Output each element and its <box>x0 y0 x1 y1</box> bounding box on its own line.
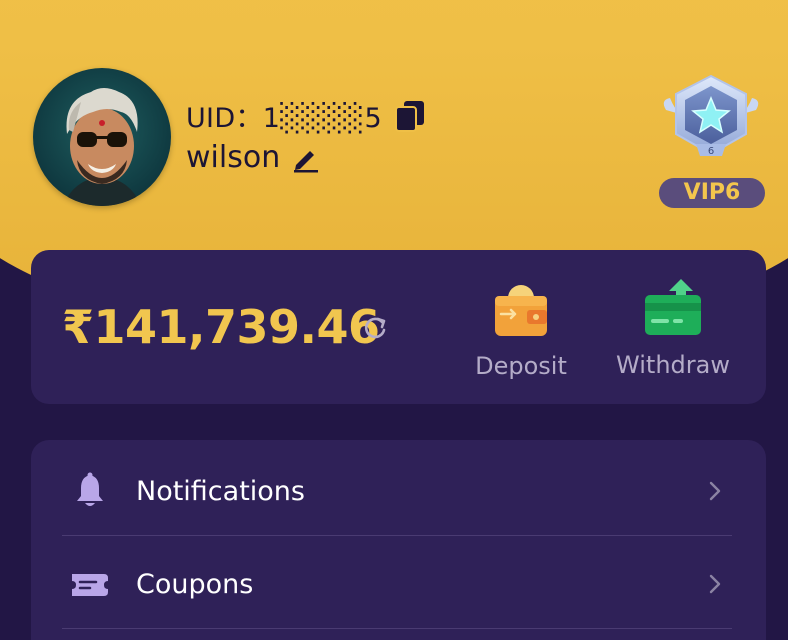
profile-screen: UID：1░░░░5 wilson 6 VIP6 ₹141,739.46 Dep… <box>0 0 788 640</box>
menu-label-notifications: Notifications <box>136 475 305 507</box>
vip-level-badge: VIP6 <box>659 178 765 208</box>
chevron-right-icon <box>709 574 721 594</box>
avatar-portrait <box>63 88 141 206</box>
deposit-button[interactable]: Deposit <box>470 280 572 380</box>
menu-item-notifications[interactable]: Notifications <box>62 445 732 537</box>
menu-divider <box>62 628 732 629</box>
ticket-icon <box>72 574 108 596</box>
username: wilson <box>186 140 281 175</box>
balance-amount: ₹141,739.46 <box>62 300 380 354</box>
card-withdraw-icon <box>645 279 701 335</box>
menu-item-coupons[interactable]: Coupons <box>62 538 732 630</box>
avatar[interactable] <box>33 68 171 206</box>
refresh-icon[interactable] <box>360 313 390 343</box>
withdraw-label: Withdraw <box>616 351 730 379</box>
name-row: wilson <box>186 140 320 175</box>
copy-icon[interactable] <box>394 99 426 133</box>
edit-icon[interactable] <box>290 143 320 173</box>
wallet-icon <box>495 285 547 336</box>
uid-row: UID：1░░░░5 <box>186 96 426 135</box>
vip-badge-number: 6 <box>708 146 714 157</box>
deposit-label: Deposit <box>475 352 567 380</box>
menu-label-coupons: Coupons <box>136 568 254 600</box>
uid-text: UID：1░░░░5 <box>186 103 382 134</box>
withdraw-button[interactable]: Withdraw <box>609 275 737 379</box>
chevron-right-icon <box>709 481 721 501</box>
menu-divider <box>62 535 732 536</box>
bell-icon <box>77 472 103 506</box>
